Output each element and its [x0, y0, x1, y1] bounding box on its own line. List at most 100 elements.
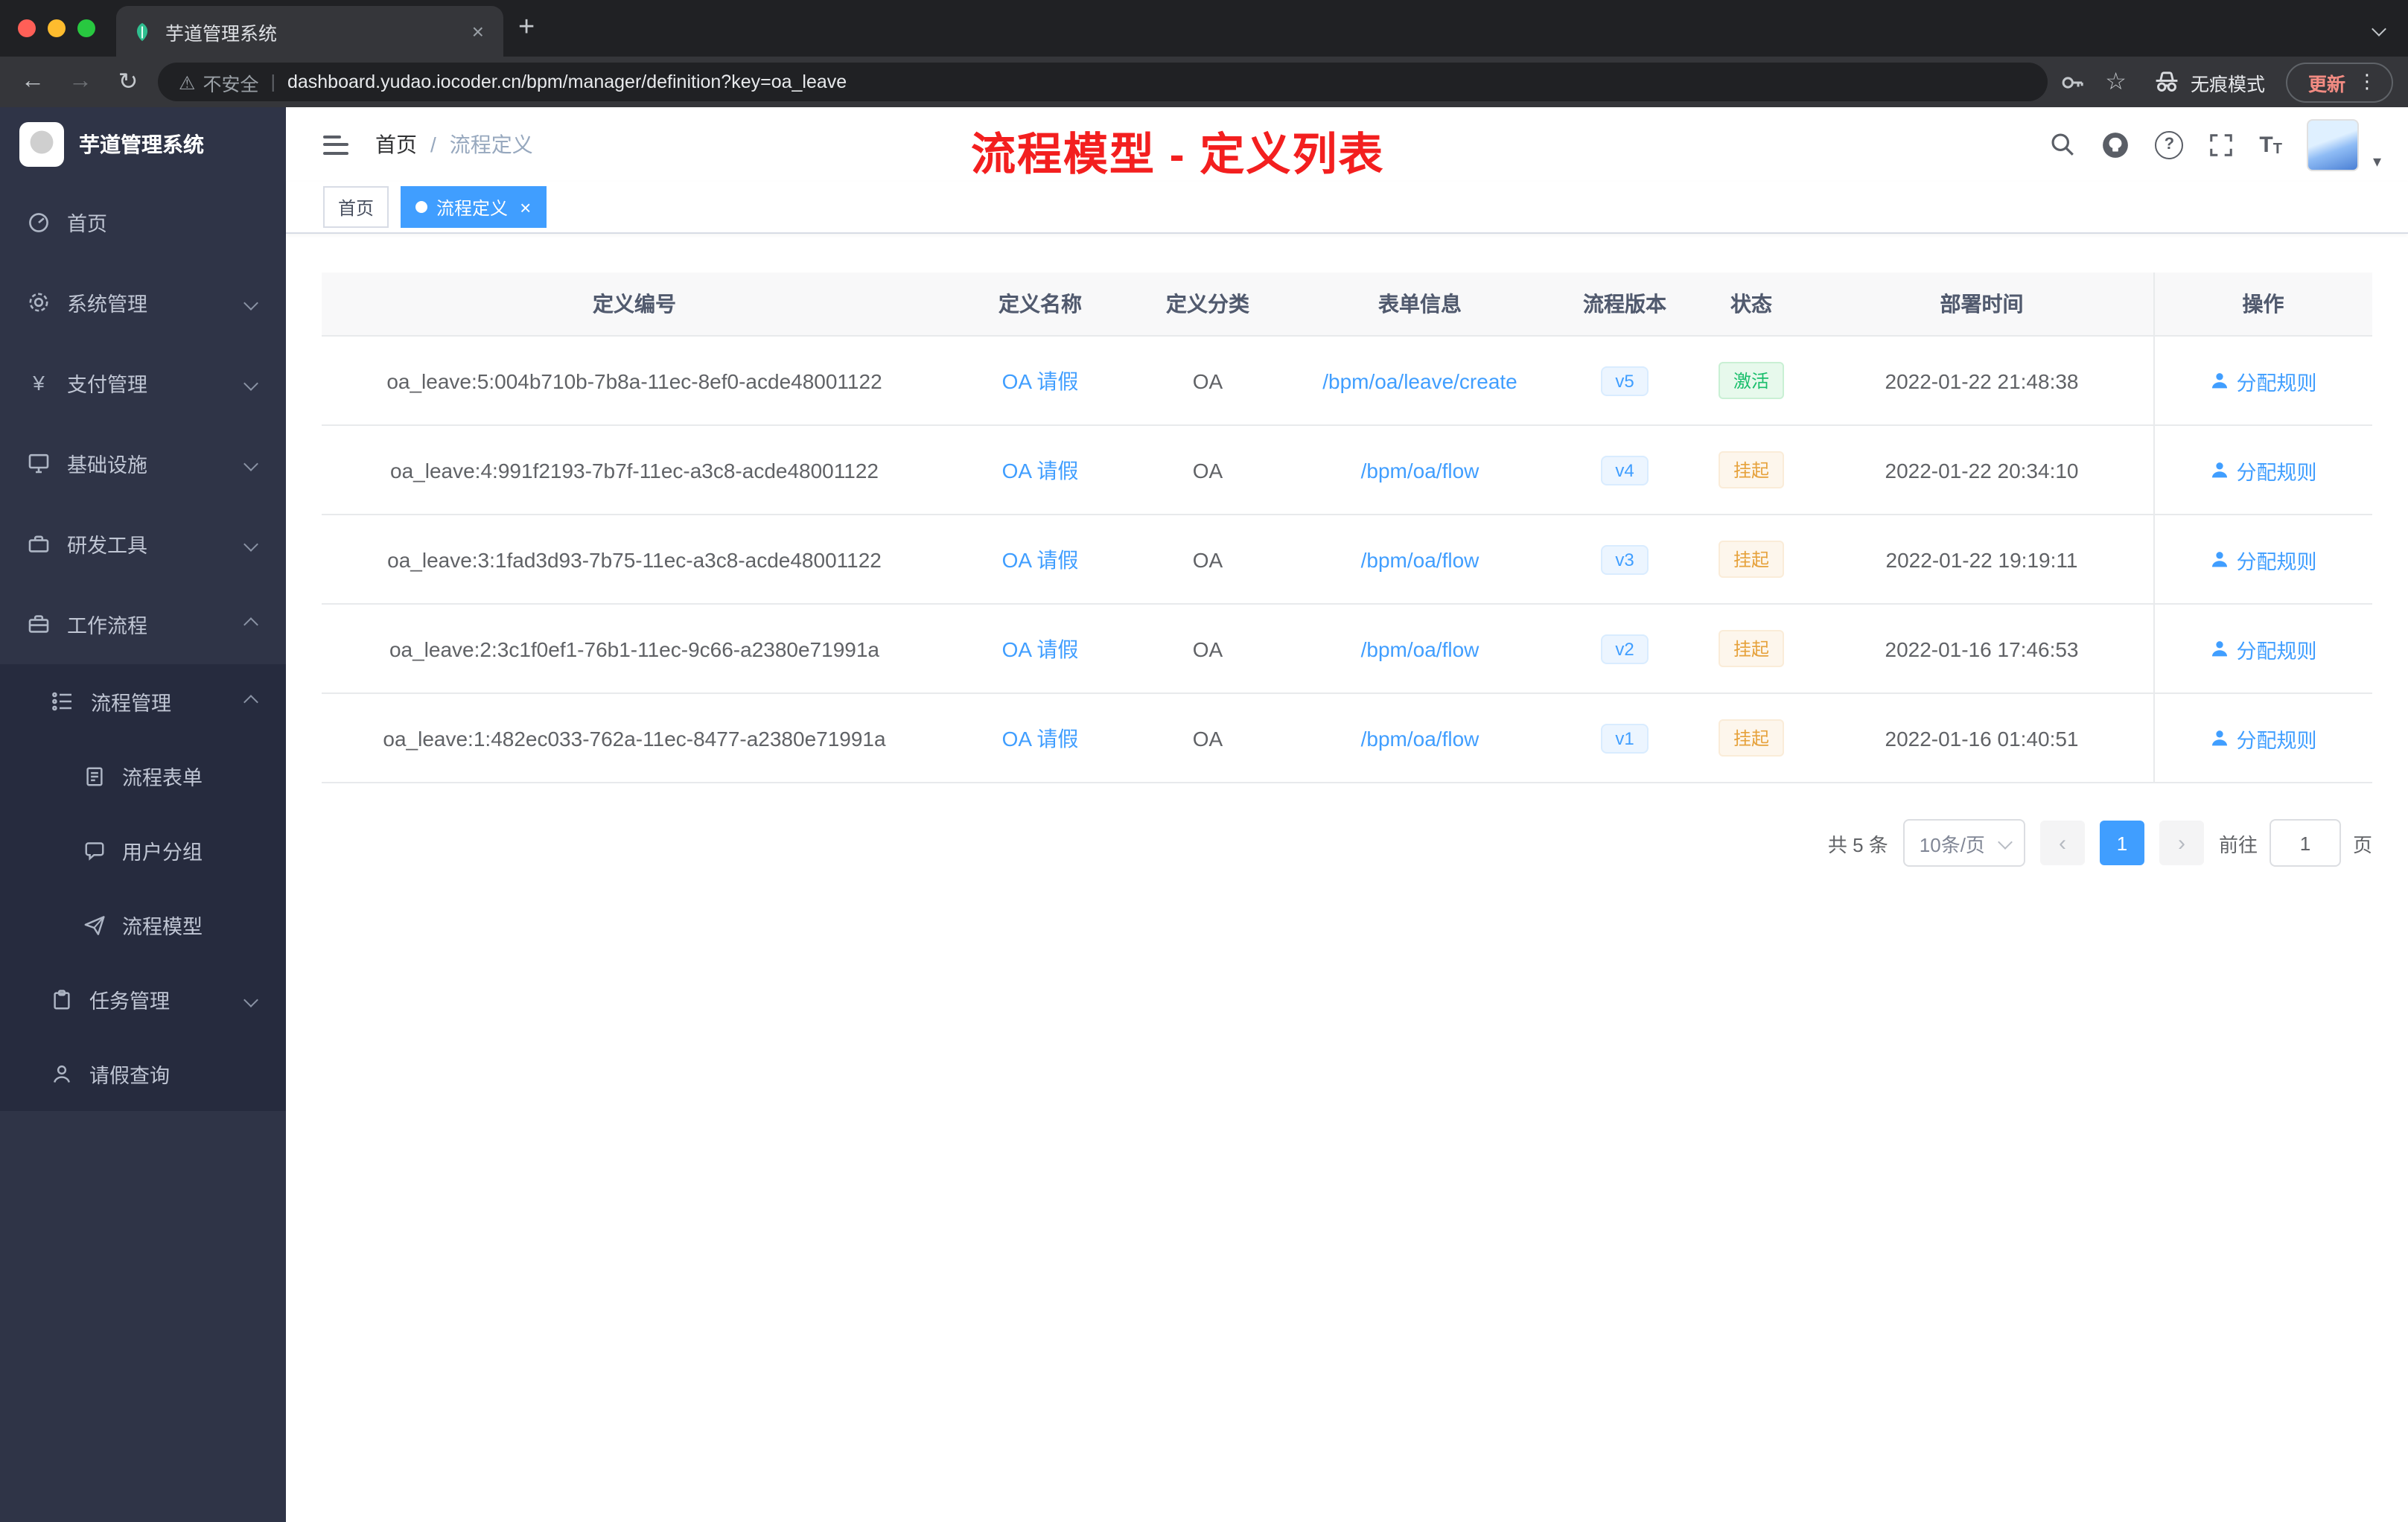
- page-size-select[interactable]: 10条/页: [1902, 819, 2025, 867]
- back-button[interactable]: ←: [15, 69, 51, 95]
- sidebar-item-user-group[interactable]: 用户分组: [0, 813, 286, 888]
- sidebar-item-leave-query[interactable]: 请假查询: [0, 1037, 286, 1111]
- next-page-button[interactable]: ›: [2159, 821, 2204, 865]
- browser-tab[interactable]: 芋道管理系统 ×: [116, 6, 503, 57]
- bookmark-star-icon[interactable]: ☆: [2105, 67, 2127, 97]
- font-size-icon[interactable]: TT: [2259, 132, 2282, 157]
- tab-title: 芋道管理系统: [165, 23, 278, 44]
- github-icon[interactable]: [2101, 130, 2130, 159]
- app-logo[interactable]: 芋道管理系统: [0, 107, 286, 182]
- main-area: 首页 / 流程定义 流程模型 - 定义列表 ? TT ▾ 首页 流程定义 × 定…: [286, 107, 2408, 1522]
- sidebar-item-process-form[interactable]: 流程表单: [0, 739, 286, 813]
- current-page-button[interactable]: 1: [2099, 821, 2144, 865]
- chevron-up-icon: [243, 694, 258, 709]
- table-row: oa_leave:5:004b710b-7b8a-11ec-8ef0-acde4…: [322, 336, 2372, 426]
- browser-address-bar: ← → ↻ ⚠ 不安全 | dashboard.yudao.iocoder.cn…: [0, 57, 2408, 107]
- sidebar: 芋道管理系统 首页 系统管理 ¥ 支付管理 基础设施 研发工具 工作流程 流程管…: [0, 107, 286, 1522]
- browser-menu-kebab-icon[interactable]: ⋮: [2357, 70, 2377, 94]
- sidebar-item-task-management[interactable]: 任务管理: [0, 962, 286, 1037]
- assign-rule-link[interactable]: 分配规则: [2210, 544, 2317, 574]
- new-tab-button[interactable]: +: [518, 12, 535, 45]
- assign-rule-link[interactable]: 分配规则: [2210, 366, 2317, 395]
- chevron-down-icon: [243, 295, 258, 310]
- app-title: 芋道管理系统: [79, 133, 204, 156]
- sidebar-item-system[interactable]: 系统管理: [0, 262, 286, 343]
- tab-close-icon[interactable]: ×: [468, 19, 488, 43]
- update-label: 更新: [2307, 74, 2345, 95]
- deploy-time: 2022-01-22 20:34:10: [1811, 425, 2153, 515]
- goto-page-input[interactable]: [2269, 819, 2341, 867]
- search-icon[interactable]: [2049, 131, 2076, 158]
- reload-button[interactable]: ↻: [110, 67, 146, 97]
- deploy-time: 2022-01-16 17:46:53: [1811, 604, 2153, 694]
- sidebar-item-payment[interactable]: ¥ 支付管理: [0, 343, 286, 423]
- breadcrumb: 首页 / 流程定义: [375, 130, 533, 159]
- status-badge: 挂起: [1718, 541, 1784, 578]
- chevron-down-icon: [243, 992, 258, 1007]
- sidebar-item-workflow[interactable]: 工作流程: [0, 584, 286, 664]
- form-info-link[interactable]: /bpm/oa/flow: [1361, 726, 1479, 750]
- monitor-icon: [28, 453, 49, 474]
- user-avatar[interactable]: [2307, 118, 2360, 171]
- breadcrumb-current: 流程定义: [449, 133, 533, 156]
- definition-name-link[interactable]: OA 请假: [1002, 637, 1079, 660]
- close-window-button[interactable]: [18, 19, 36, 37]
- version-badge: v4: [1600, 455, 1649, 485]
- browser-window: 芋道管理系统 × + ← → ↻ ⚠ 不安全 | dashboard.yudao…: [0, 0, 2408, 1522]
- assign-rule-link[interactable]: 分配规则: [2210, 723, 2317, 753]
- definition-name-link[interactable]: OA 请假: [1002, 458, 1079, 482]
- form-info-link[interactable]: /bpm/oa/leave/create: [1322, 369, 1517, 392]
- zoom-window-button[interactable]: [77, 19, 95, 37]
- omnibox-divider: |: [270, 71, 275, 92]
- paper-plane-icon: [84, 915, 105, 934]
- tag-close-icon[interactable]: ×: [520, 196, 531, 218]
- definition-name-link[interactable]: OA 请假: [1002, 369, 1079, 392]
- incognito-badge: 无痕模式: [2153, 68, 2265, 96]
- sidebar-item-infra[interactable]: 基础设施: [0, 423, 286, 503]
- definition-category: OA: [1133, 336, 1282, 426]
- tag-home[interactable]: 首页: [323, 186, 389, 228]
- tab-search-chevron-icon[interactable]: [2372, 15, 2386, 42]
- chevron-down-icon: [243, 536, 258, 551]
- macos-traffic-lights[interactable]: [0, 19, 116, 37]
- definition-id: oa_leave:5:004b710b-7b8a-11ec-8ef0-acde4…: [322, 336, 947, 426]
- breadcrumb-home[interactable]: 首页: [375, 130, 417, 159]
- person-icon: [54, 1064, 70, 1082]
- col-deploy-time: 部署时间: [1811, 273, 2153, 337]
- help-icon[interactable]: ?: [2155, 130, 2184, 159]
- hamburger-menu-icon[interactable]: [323, 135, 348, 154]
- sidebar-item-home[interactable]: 首页: [0, 182, 286, 262]
- minimize-window-button[interactable]: [48, 19, 66, 37]
- form-info-link[interactable]: /bpm/oa/flow: [1361, 547, 1479, 571]
- security-chip[interactable]: ⚠ 不安全: [179, 68, 258, 96]
- prev-page-button[interactable]: ‹: [2039, 821, 2085, 865]
- table-row: oa_leave:1:482ec033-762a-11ec-8477-a2380…: [322, 693, 2372, 783]
- header-action-icons: ? TT ▾: [2049, 118, 2381, 171]
- assign-rule-link[interactable]: 分配规则: [2210, 634, 2317, 663]
- tree-list-icon: [52, 692, 71, 711]
- form-info-link[interactable]: /bpm/oa/flow: [1361, 458, 1479, 482]
- deploy-time: 2022-01-22 21:48:38: [1811, 336, 2153, 426]
- forward-button[interactable]: →: [63, 69, 98, 95]
- definition-id: oa_leave:1:482ec033-762a-11ec-8477-a2380…: [322, 693, 947, 783]
- definition-name-link[interactable]: OA 请假: [1002, 726, 1079, 750]
- sidebar-item-devtools[interactable]: 研发工具: [0, 503, 286, 584]
- definition-category: OA: [1133, 515, 1282, 605]
- avatar-caret-icon[interactable]: ▾: [2373, 151, 2381, 171]
- fullscreen-icon[interactable]: [2208, 132, 2234, 157]
- url-omnibox[interactable]: ⚠ 不安全 | dashboard.yudao.iocoder.cn/bpm/m…: [158, 63, 2048, 101]
- chevron-up-icon: [243, 617, 258, 631]
- app-root: 芋道管理系统 首页 系统管理 ¥ 支付管理 基础设施 研发工具 工作流程 流程管…: [0, 107, 2408, 1522]
- chrome-update-chip[interactable]: 更新 ⋮: [2285, 62, 2393, 102]
- assign-rule-link[interactable]: 分配规则: [2210, 455, 2317, 485]
- form-info-link[interactable]: /bpm/oa/flow: [1361, 637, 1479, 660]
- yen-icon: ¥: [33, 371, 45, 395]
- password-key-icon[interactable]: [2059, 69, 2084, 95]
- definition-name-link[interactable]: OA 请假: [1002, 547, 1079, 571]
- col-status: 状态: [1692, 273, 1811, 337]
- sidebar-item-process-management[interactable]: 流程管理: [0, 664, 286, 739]
- tag-process-definition[interactable]: 流程定义 ×: [401, 186, 547, 228]
- sidebar-item-process-model[interactable]: 流程模型: [0, 888, 286, 962]
- url-text: dashboard.yudao.iocoder.cn/bpm/manager/d…: [287, 71, 847, 92]
- deploy-time: 2022-01-16 01:40:51: [1811, 693, 2153, 783]
